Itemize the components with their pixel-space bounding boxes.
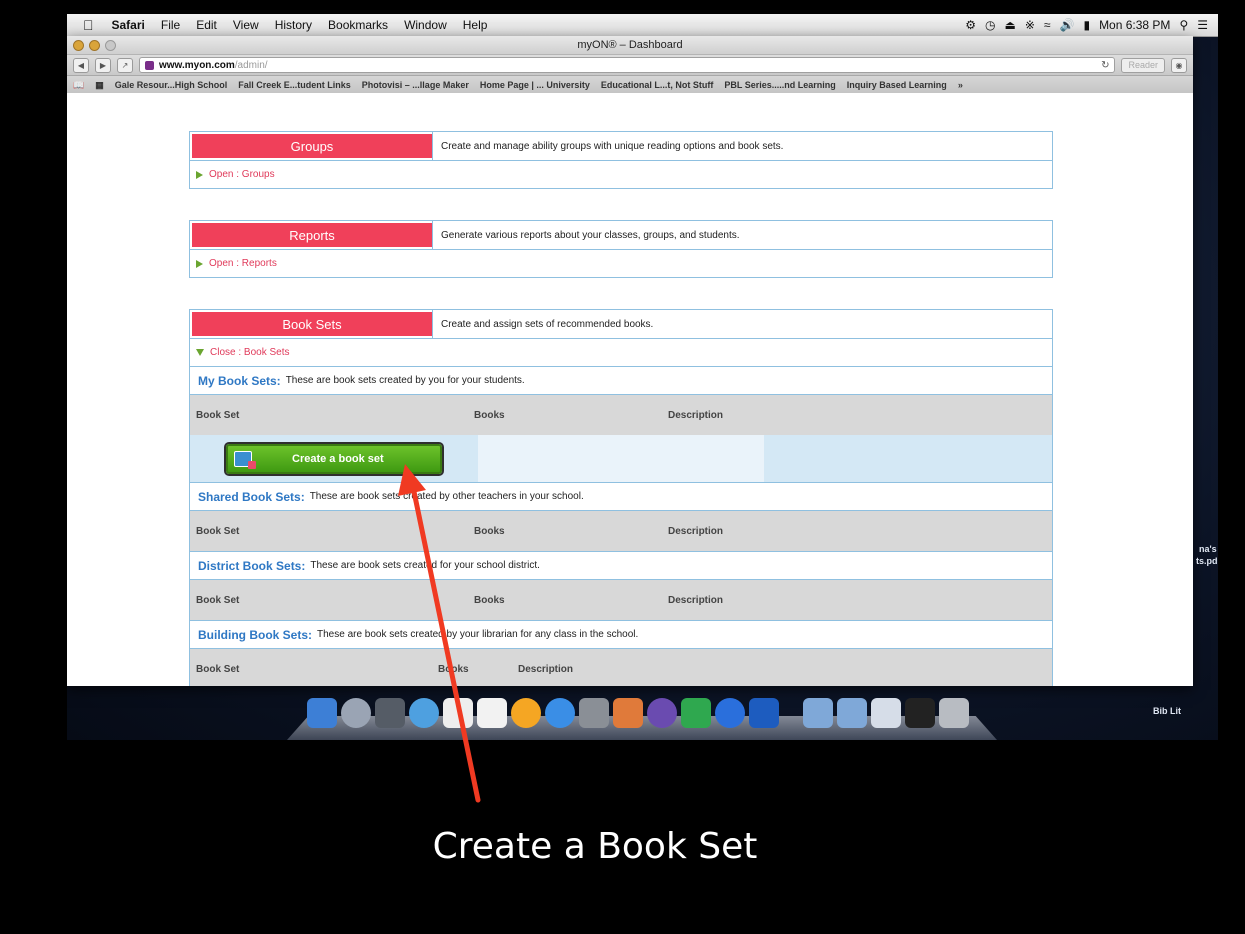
arrow-shaft bbox=[409, 479, 481, 803]
annotation-arrow bbox=[398, 464, 481, 803]
slide-caption: Create a Book Set bbox=[432, 826, 758, 867]
slide:  Safari File Edit View History Bookmark… bbox=[0, 0, 1245, 934]
arrow-head bbox=[398, 464, 426, 496]
